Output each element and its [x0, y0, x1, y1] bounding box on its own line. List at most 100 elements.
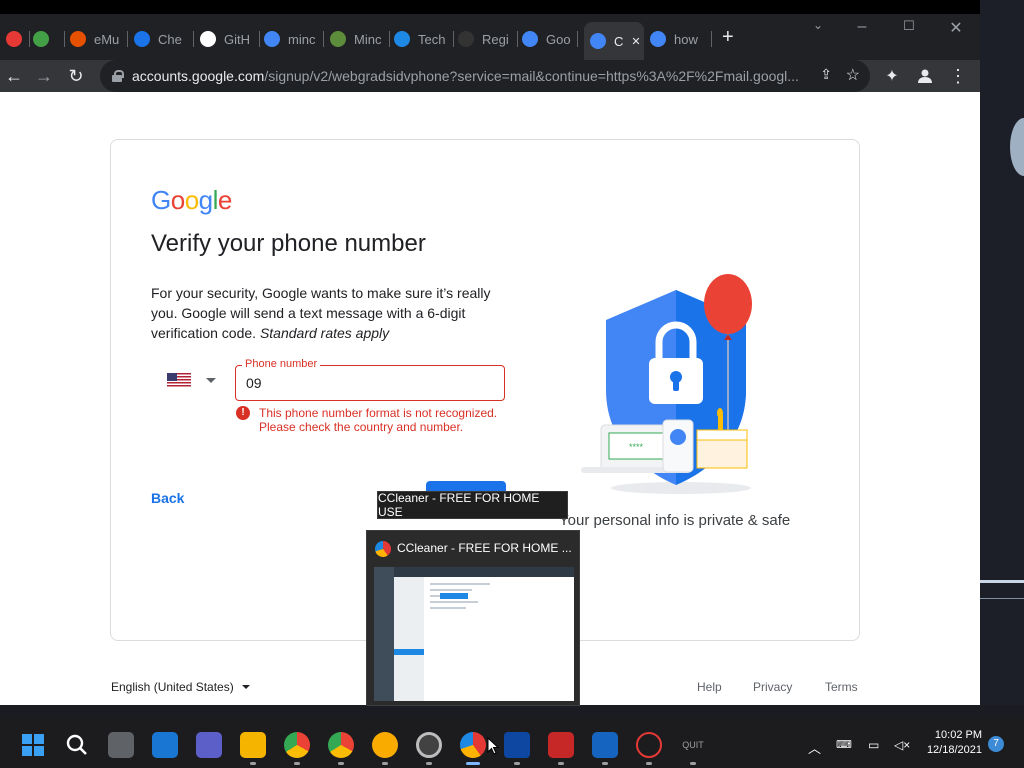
quit-app-icon[interactable]: QUIT	[680, 732, 706, 758]
bookmark-star-icon[interactable]: ☆	[846, 65, 860, 85]
browser-tab[interactable]: GitH	[200, 24, 260, 54]
browser-tab[interactable]: Goo	[522, 24, 578, 54]
address-bar[interactable]: accounts.google.com /signup/v2/webgradsi…	[100, 60, 870, 92]
reload-icon[interactable]: ↻	[64, 64, 88, 88]
windows-start-icon[interactable]	[20, 732, 46, 758]
phone-number-field[interactable]: Phone number 09	[235, 358, 505, 401]
phone-number-input[interactable]: 09	[246, 375, 486, 391]
task-view-icon[interactable]	[108, 732, 134, 758]
browser-tab[interactable]: Tech	[394, 24, 454, 54]
google-logo: Google	[151, 185, 232, 216]
footer-terms-link[interactable]: Terms	[825, 680, 858, 694]
browser-toolbar: ← → ↻ accounts.google.com /signup/v2/web…	[0, 60, 980, 92]
logo-letter: o	[184, 185, 199, 215]
teams-chat-icon[interactable]	[196, 732, 222, 758]
running-indicator	[558, 762, 564, 765]
github-icon	[200, 31, 216, 47]
back-button[interactable]: Back	[151, 490, 184, 506]
thumbnail-sidebar	[374, 567, 394, 701]
tab-label: eMu	[94, 31, 120, 47]
running-indicator	[382, 762, 388, 765]
tray-overflow-chevron-icon[interactable]: ︿	[808, 738, 821, 757]
network-icon[interactable]: ▭	[868, 738, 879, 752]
browser-tab[interactable]: C ✕	[584, 22, 644, 60]
profile-icon[interactable]	[913, 64, 937, 88]
tab-label: minc	[288, 31, 316, 47]
error-icon: !	[236, 406, 250, 420]
screen-recorder-icon[interactable]	[548, 732, 574, 758]
close-window-button[interactable]: ✕	[946, 18, 966, 38]
search-icon[interactable]	[64, 732, 90, 758]
obs-icon[interactable]	[416, 732, 442, 758]
chrome-icon[interactable]	[284, 732, 310, 758]
google-icon	[590, 33, 606, 49]
illustration-caption: Your personal info is private & safe	[559, 512, 791, 529]
tab-label: C	[614, 33, 624, 49]
tab-label: Minc	[354, 31, 382, 47]
blocked-app-icon[interactable]	[636, 732, 662, 758]
back-arrow-icon[interactable]: ←	[2, 64, 26, 88]
notification-badge[interactable]: 7	[988, 736, 1004, 752]
security-shield-illustration: ****	[581, 274, 752, 494]
footer-privacy-link[interactable]: Privacy	[753, 680, 792, 694]
ccleaner-icon	[375, 541, 391, 557]
google-icon	[522, 31, 538, 47]
tab-separator	[577, 31, 578, 47]
tab-label: GitH	[224, 31, 250, 47]
browser-tab[interactable]: Che	[134, 24, 194, 54]
widgets-icon[interactable]	[152, 732, 178, 758]
epic-icon	[458, 31, 474, 47]
chrome-icon	[134, 31, 150, 47]
file-explorer-icon[interactable]	[240, 732, 266, 758]
tab-label: how	[674, 31, 698, 47]
running-indicator-active	[466, 762, 480, 765]
thumbnail-window-image	[374, 567, 574, 701]
tab-search-icon[interactable]: ⌄	[808, 18, 828, 32]
tab-strip: eMu Che GitH minc Minc Tech Regi Goo C ✕ how + ⌄ –…	[0, 14, 980, 60]
country-dropdown-icon[interactable]	[206, 378, 216, 383]
desktop-divider-thin	[980, 598, 1024, 599]
extensions-puzzle-icon[interactable]: ✦	[880, 64, 904, 88]
running-indicator	[602, 762, 608, 765]
desktop-divider	[980, 580, 1024, 583]
page-description: For your security, Google wants to make …	[151, 283, 501, 343]
shield-vpn-icon[interactable]	[504, 732, 530, 758]
desktop-background	[980, 0, 1024, 705]
thumbnail-header	[374, 567, 574, 577]
browser-tab[interactable]: Regi	[458, 24, 518, 54]
chrome-dev-icon[interactable]	[328, 732, 354, 758]
chrome-menu-icon[interactable]: ⋮	[946, 64, 970, 88]
ccleaner-icon[interactable]	[460, 732, 486, 758]
running-indicator	[426, 762, 432, 765]
maximize-button[interactable]: ☐	[899, 18, 919, 34]
tab-separator	[323, 31, 324, 47]
thumbnail-button	[440, 593, 468, 599]
screen-top-edge	[0, 0, 1024, 14]
minimize-button[interactable]: –	[852, 18, 872, 36]
browser-tab[interactable]: how	[650, 24, 712, 54]
running-indicator	[250, 762, 256, 765]
volume-muted-icon[interactable]: ◁×	[894, 738, 910, 752]
us-flag-icon[interactable]	[167, 373, 191, 388]
url-host: accounts.google.com	[132, 68, 265, 84]
browser-tab[interactable]	[33, 24, 65, 54]
footer-help-link[interactable]: Help	[697, 680, 722, 694]
browser-tab[interactable]: eMu	[70, 24, 128, 54]
clock-date: 12/18/2021	[926, 744, 982, 756]
mouse-cursor-icon	[487, 737, 499, 755]
browser-tab[interactable]: minc	[264, 24, 324, 54]
language-selector[interactable]: English (United States)	[111, 680, 250, 694]
taskbar-thumbnail-preview[interactable]: CCleaner - FREE FOR HOME ...	[366, 530, 580, 706]
keyboard-icon[interactable]: ⌨	[836, 738, 852, 751]
video-player-icon[interactable]	[592, 732, 618, 758]
browser-tab[interactable]	[6, 24, 30, 54]
taskbar-clock[interactable]: 10:02 PM 12/18/2021	[926, 728, 982, 758]
share-icon[interactable]: ⇪	[820, 66, 832, 83]
running-indicator	[690, 762, 696, 765]
new-tab-button[interactable]: +	[722, 22, 744, 52]
chrome-canary-icon[interactable]	[372, 732, 398, 758]
close-tab-icon[interactable]: ✕	[631, 35, 640, 48]
browser-tab[interactable]: Minc	[330, 24, 390, 54]
forward-arrow-icon[interactable]: →	[32, 64, 56, 88]
error-line: This phone number format is not recogniz…	[259, 406, 498, 420]
